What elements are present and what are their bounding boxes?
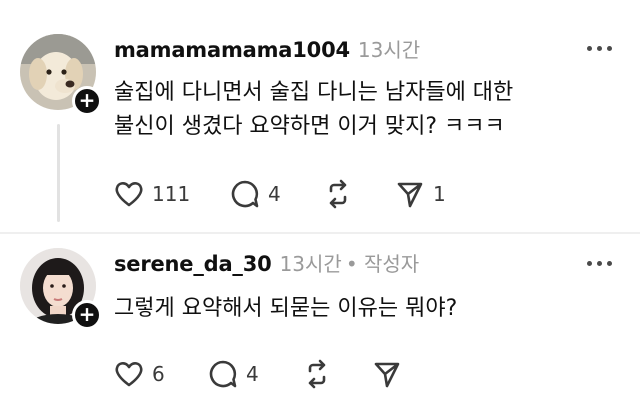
like-button[interactable]: 111 — [114, 178, 230, 210]
avatar[interactable]: + — [20, 248, 102, 330]
comment-button[interactable]: 4 — [208, 358, 302, 390]
post-header: serene_da_30 13시간 • 작성자 — [114, 248, 419, 278]
send-icon — [372, 359, 402, 389]
like-button[interactable]: 6 — [114, 358, 208, 390]
author-tag: • 작성자 — [345, 252, 420, 276]
more-icon[interactable] — [587, 46, 612, 51]
like-count: 6 — [152, 362, 165, 386]
post-text: 그렇게 요약해서 되묻는 이유는 뭐야? — [114, 292, 614, 326]
heart-icon — [114, 360, 144, 388]
post-text-line: 그렇게 요약해서 되묻는 이유는 뭐야? — [114, 296, 458, 321]
username[interactable]: mamamamama1004 — [114, 38, 350, 62]
post-header: mamamamama1004 13시간 — [114, 34, 420, 64]
share-button[interactable] — [372, 358, 402, 390]
comment-icon — [208, 359, 238, 389]
follow-plus-icon[interactable]: + — [72, 300, 102, 330]
thread-line — [57, 124, 60, 222]
repost-icon — [323, 179, 353, 209]
repost-button[interactable] — [302, 358, 372, 390]
repost-button[interactable] — [323, 178, 395, 210]
comment-count: 4 — [268, 182, 281, 206]
username[interactable]: serene_da_30 — [114, 252, 272, 276]
post-text-line: 불신이 생겼다 요약하면 이거 맞지? ㅋㅋㅋ — [114, 114, 505, 139]
post-text-line: 술집에 다니면서 술집 다니는 남자들에 대한 — [114, 80, 514, 105]
thread-post: + serene_da_30 13시간 • 작성자 그렇게 요약해서 되묻는 이… — [0, 234, 640, 414]
post-text: 술집에 다니면서 술집 다니는 남자들에 대한 불신이 생겼다 요약하면 이거 … — [114, 76, 614, 144]
timestamp: 13시간 — [279, 252, 342, 276]
comment-icon — [230, 179, 260, 209]
share-count: 1 — [433, 182, 446, 206]
action-bar: 111 4 1 — [114, 178, 446, 210]
timestamp: 13시간 — [357, 38, 421, 62]
send-icon — [395, 179, 425, 209]
share-button[interactable]: 1 — [395, 178, 446, 210]
avatar[interactable]: + — [20, 34, 102, 116]
action-bar: 6 4 — [114, 358, 402, 390]
thread-post: + mamamamama1004 13시간 술집에 다니면서 술집 다니는 남자… — [0, 0, 640, 232]
more-icon[interactable] — [587, 261, 612, 266]
heart-icon — [114, 180, 144, 208]
comment-button[interactable]: 4 — [230, 178, 323, 210]
like-count: 111 — [152, 182, 191, 206]
comment-count: 4 — [246, 362, 259, 386]
follow-plus-icon[interactable]: + — [72, 86, 102, 116]
repost-icon — [302, 359, 332, 389]
